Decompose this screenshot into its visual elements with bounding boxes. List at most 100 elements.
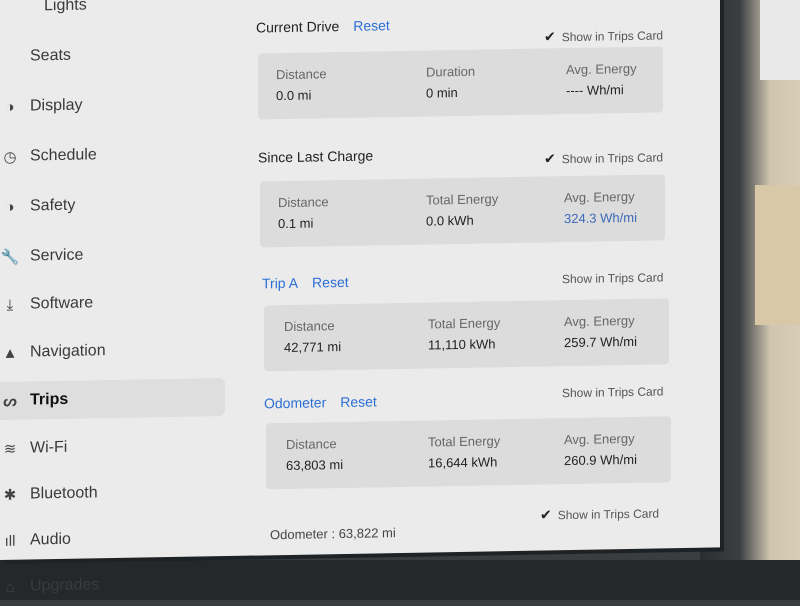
metric: Avg. Energy 260.9 Wh/mi bbox=[564, 431, 637, 468]
metric: Total Energy 16,644 kWh bbox=[428, 433, 500, 470]
metric-value: 324.3 Wh/mi bbox=[564, 210, 637, 226]
metric-value: 0 min bbox=[426, 85, 475, 101]
wrench-icon: 🔧 bbox=[0, 248, 20, 266]
sidebar-item-service[interactable]: 🔧 Service bbox=[0, 234, 225, 276]
sidebar-item-software[interactable]: ⤓ Software bbox=[0, 282, 225, 324]
metric: Distance 0.0 mi bbox=[276, 66, 327, 103]
sidebar-item-label: Bluetooth bbox=[30, 484, 98, 503]
metric: Avg. Energy 259.7 Wh/mi bbox=[564, 313, 637, 350]
since-last-charge-card: Distance 0.1 mi Total Energy 0.0 kWh Avg… bbox=[260, 174, 665, 247]
section-title: Odometer bbox=[264, 394, 326, 411]
dashboard-wood-trim bbox=[755, 185, 800, 325]
audio-icon: ıll bbox=[0, 532, 20, 549]
metric: Duration 0 min bbox=[426, 64, 475, 101]
metric-label: Avg. Energy bbox=[566, 61, 637, 77]
odometer-header: Odometer Reset bbox=[264, 393, 377, 411]
bluetooth-icon: ✱ bbox=[0, 486, 20, 504]
trip-a-header: Trip A Reset bbox=[262, 274, 349, 292]
trip-a-reset-button[interactable]: Reset bbox=[312, 274, 349, 291]
metric-label: Distance bbox=[276, 66, 327, 82]
sidebar-item-lights[interactable]: Lights bbox=[0, 0, 225, 26]
odometer-value: 63,822 mi bbox=[339, 525, 396, 541]
sidebar-item-label: Trips bbox=[30, 391, 68, 410]
footer-show-in-trips-card[interactable]: ✔ Show in Trips Card bbox=[540, 504, 659, 523]
schedule-icon: ◷ bbox=[0, 148, 20, 166]
metric-value: 0.0 mi bbox=[276, 87, 327, 103]
metric-value: 259.7 Wh/mi bbox=[564, 334, 637, 350]
trip-a-show-in-trips-card[interactable]: Show in Trips Card bbox=[562, 270, 663, 286]
metric-label: Distance bbox=[284, 318, 341, 334]
checkmark-icon: ✔ bbox=[544, 150, 556, 167]
metric: Avg. Energy 324.3 Wh/mi bbox=[564, 189, 637, 226]
current-drive-reset-button[interactable]: Reset bbox=[353, 17, 390, 34]
section-title: Since Last Charge bbox=[258, 147, 373, 165]
navigation-icon: ▲ bbox=[0, 344, 20, 361]
trips-panel: Current Drive Reset ✔ Show in Trips Card… bbox=[250, 0, 700, 596]
sidebar-item-bluetooth[interactable]: ✱ Bluetooth bbox=[0, 472, 225, 514]
sidebar-item-label: Display bbox=[30, 97, 82, 116]
sidebar-item-label: Schedule bbox=[30, 146, 97, 165]
window-glare bbox=[760, 0, 800, 80]
metric-value: 260.9 Wh/mi bbox=[564, 452, 637, 468]
odometer-reset-button[interactable]: Reset bbox=[340, 393, 377, 410]
sidebar-item-trips[interactable]: ᔕ Trips bbox=[0, 378, 225, 420]
sidebar-item-label: Audio bbox=[30, 531, 71, 550]
metric-value: ---- Wh/mi bbox=[566, 82, 637, 98]
upgrades-icon: ⌂ bbox=[0, 578, 20, 595]
current-drive-show-in-trips-card[interactable]: ✔ Show in Trips Card bbox=[544, 26, 663, 45]
odometer-readout: Odometer : 63,822 mi bbox=[270, 525, 396, 542]
metric: Distance 63,803 mi bbox=[286, 436, 343, 473]
sidebar-item-safety[interactable]: ◑ Safety bbox=[0, 184, 225, 226]
odometer-separator: : bbox=[331, 526, 335, 541]
section-title: Current Drive bbox=[256, 18, 339, 35]
metric-value: 63,803 mi bbox=[286, 457, 343, 473]
sidebar-item-label: Upgrades bbox=[30, 576, 99, 595]
wifi-icon: ≋ bbox=[0, 440, 20, 458]
display-icon: ◑ bbox=[0, 98, 20, 115]
safety-icon: ◑ bbox=[0, 198, 20, 215]
since-last-charge-show-in-trips-card[interactable]: ✔ Show in Trips Card bbox=[544, 148, 663, 167]
metric: Distance 42,771 mi bbox=[284, 318, 341, 355]
metric-label: Distance bbox=[286, 436, 343, 452]
sidebar-item-label: Service bbox=[30, 247, 83, 266]
odometer-show-in-trips-card[interactable]: Show in Trips Card bbox=[562, 384, 663, 400]
sidebar-item-label: Wi-Fi bbox=[30, 439, 67, 458]
sidebar-item-seats[interactable]: Seats bbox=[0, 34, 225, 76]
metric-value: 0.0 kWh bbox=[426, 212, 498, 228]
trips-icon: ᔕ bbox=[0, 392, 20, 410]
odometer-label: Odometer bbox=[270, 526, 328, 542]
sidebar-item-audio[interactable]: ıll Audio bbox=[0, 518, 225, 560]
metric: Distance 0.1 mi bbox=[278, 194, 329, 231]
metric-label: Total Energy bbox=[428, 315, 500, 331]
odometer-card: Distance 63,803 mi Total Energy 16,644 k… bbox=[266, 416, 671, 489]
sidebar-item-label: Lights bbox=[44, 0, 87, 15]
metric-value: 0.1 mi bbox=[278, 215, 329, 231]
current-drive-card: Distance 0.0 mi Duration 0 min Avg. Ener… bbox=[258, 46, 663, 119]
trip-a-card: Distance 42,771 mi Total Energy 11,110 k… bbox=[264, 298, 669, 371]
metric-label: Avg. Energy bbox=[564, 313, 637, 329]
checkbox-label: Show in Trips Card bbox=[562, 384, 663, 400]
metric: Total Energy 0.0 kWh bbox=[426, 191, 498, 228]
metric-label: Avg. Energy bbox=[564, 189, 637, 205]
section-title: Trip A bbox=[262, 275, 298, 292]
checkmark-icon: ✔ bbox=[540, 506, 552, 523]
sidebar-item-label: Safety bbox=[30, 197, 75, 216]
sidebar-item-schedule[interactable]: ◷ Schedule bbox=[0, 134, 225, 176]
sidebar-item-label: Navigation bbox=[30, 342, 106, 361]
sidebar-item-label: Software bbox=[30, 294, 93, 313]
metric-value: 11,110 kWh bbox=[428, 336, 500, 352]
metric-value: 16,644 kWh bbox=[428, 454, 500, 470]
metric-label: Total Energy bbox=[428, 433, 500, 449]
metric-label: Duration bbox=[426, 64, 475, 80]
sidebar-item-display[interactable]: ◑ Display bbox=[0, 84, 225, 126]
sidebar-item-navigation[interactable]: ▲ Navigation bbox=[0, 330, 225, 372]
checkbox-label: Show in Trips Card bbox=[562, 150, 663, 166]
checkbox-label: Show in Trips Card bbox=[558, 506, 659, 522]
checkbox-label: Show in Trips Card bbox=[562, 270, 663, 286]
download-icon: ⤓ bbox=[0, 296, 20, 313]
checkmark-icon: ✔ bbox=[544, 28, 556, 45]
since-last-charge-header: Since Last Charge bbox=[258, 147, 373, 165]
metric-value: 42,771 mi bbox=[284, 339, 341, 355]
sidebar-item-wifi[interactable]: ≋ Wi-Fi bbox=[0, 426, 225, 468]
metric-label: Total Energy bbox=[426, 191, 498, 207]
